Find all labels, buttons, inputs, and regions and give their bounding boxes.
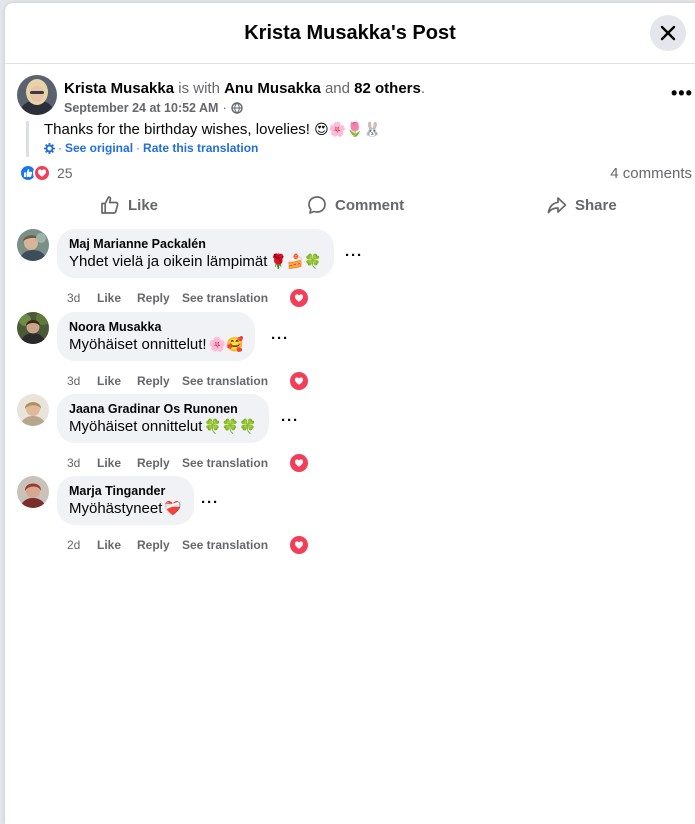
- tagged-person-link[interactable]: Anu Musakka: [224, 80, 321, 97]
- comment-button[interactable]: Comment: [307, 187, 404, 223]
- comment-message: Yhdet vielä ja oikein lämpimät: [69, 253, 268, 270]
- reaction-summary[interactable]: 25: [19, 163, 73, 183]
- post-header: Krista Musakka is with Anu Musakka and 8…: [17, 75, 692, 119]
- comment-time-link[interactable]: 2d: [67, 538, 97, 552]
- reaction-count: 25: [57, 165, 73, 181]
- comment-text: Yhdet vielä ja oikein lämpimät 🌹🍰🍀: [69, 253, 322, 270]
- commenter-name-link[interactable]: Noora Musakka: [69, 320, 243, 334]
- commenter-name-link[interactable]: Marja Tingander: [69, 484, 182, 498]
- comments-count-link[interactable]: 4 comments: [610, 165, 692, 182]
- see-translation-button[interactable]: See translation: [182, 456, 290, 470]
- love-reaction-icon: [33, 164, 51, 182]
- share-label: Share: [575, 196, 617, 214]
- comment-time-link[interactable]: 3d: [67, 291, 97, 305]
- translation-row: · See original · Rate this translation: [44, 141, 381, 155]
- dialog-title: Krista Musakka's Post: [244, 22, 456, 44]
- post-emoji-4: 🐰: [363, 122, 382, 138]
- comment-message: Myöhäiset onnittelut!: [69, 336, 207, 353]
- commenter-avatar[interactable]: [17, 394, 49, 426]
- and-text: and: [324, 80, 350, 97]
- comment-like-button[interactable]: Like: [97, 456, 137, 470]
- post-action-bar: Like Comment Share: [5, 187, 695, 223]
- post-emoji-2: 🌸: [328, 122, 347, 138]
- see-translation-button[interactable]: See translation: [182, 538, 290, 552]
- comment-reply-button[interactable]: Reply: [137, 291, 182, 305]
- author-name-link[interactable]: Krista Musakka: [64, 80, 174, 97]
- author-line: Krista Musakka is with Anu Musakka and 8…: [64, 80, 425, 97]
- post-emoji-3: 🌷: [346, 122, 364, 138]
- commenter-name-link[interactable]: Jaana Gradinar Os Runonen: [69, 402, 257, 416]
- rate-translation-link[interactable]: Rate this translation: [143, 141, 258, 155]
- post-dialog: Krista Musakka's Post Krista Musakka is …: [5, 3, 695, 824]
- post-meta: September 24 at 10:52 AM ·: [64, 101, 243, 115]
- heart-reaction-icon[interactable]: [290, 536, 308, 554]
- comment-reply-button[interactable]: Reply: [137, 374, 182, 388]
- like-button[interactable]: Like: [100, 187, 158, 223]
- comment-options-button[interactable]: ···: [281, 412, 299, 429]
- see-translation-button[interactable]: See translation: [182, 291, 290, 305]
- post-options-button[interactable]: •••: [671, 83, 693, 104]
- heart-reaction-icon[interactable]: [290, 372, 308, 390]
- others-link[interactable]: 82 others: [354, 80, 421, 97]
- like-label: Like: [128, 196, 159, 214]
- comment-bubble: Noora Musakka Myöhäiset onnittelut! 🌸🥰: [57, 312, 256, 361]
- comment-bubble: Marja Tingander Myöhästyneet ❤️‍🩹: [57, 476, 194, 525]
- comment-actions: 3d Like Reply See translation: [67, 372, 308, 390]
- close-button[interactable]: [650, 15, 686, 51]
- comment-options-button[interactable]: ···: [271, 330, 289, 347]
- comment-reply-button[interactable]: Reply: [137, 456, 182, 470]
- dialog-header: Krista Musakka's Post: [5, 3, 695, 64]
- comment-options-button[interactable]: ···: [201, 494, 219, 511]
- comment-options-button[interactable]: ···: [345, 247, 363, 264]
- commenter-avatar[interactable]: [17, 229, 49, 261]
- comment-icon: [308, 196, 326, 214]
- post-emoji-1: 😍: [314, 122, 329, 138]
- comment-reply-button[interactable]: Reply: [137, 538, 182, 552]
- comment-actions: 3d Like Reply See translation: [67, 289, 308, 307]
- period: .: [420, 80, 426, 97]
- share-icon: [547, 197, 567, 214]
- comment-actions: 3d Like Reply See translation: [67, 454, 308, 472]
- comment-text: Myöhästyneet ❤️‍🩹: [69, 500, 182, 517]
- translate-separator-2: ·: [136, 141, 141, 155]
- commenter-name-link[interactable]: Maj Marianne Packalén: [69, 237, 322, 251]
- comment-text: Myöhäiset onnittelut! 🌸🥰: [69, 336, 243, 353]
- comment-bubble: Maj Marianne Packalén Yhdet vielä ja oik…: [57, 229, 334, 278]
- comment-emojis: ❤️‍🩹: [164, 500, 182, 517]
- commenter-avatar[interactable]: [17, 312, 49, 344]
- comment-label: Comment: [335, 196, 405, 214]
- comment-message: Myöhäiset onnittelut: [69, 418, 203, 435]
- post-date-link[interactable]: September 24 at 10:52 AM: [64, 101, 218, 115]
- comment-bubble: Jaana Gradinar Os Runonen Myöhäiset onni…: [57, 394, 269, 443]
- comment-emojis: 🌸🥰: [208, 336, 244, 353]
- heart-reaction-icon[interactable]: [290, 289, 308, 307]
- comment-actions: 2d Like Reply See translation: [67, 536, 308, 554]
- share-button[interactable]: Share: [547, 187, 617, 223]
- post-message: Thanks for the birthday wishes, lovelies…: [44, 121, 310, 138]
- comment-like-button[interactable]: Like: [97, 291, 137, 305]
- translate-separator: ·: [58, 141, 62, 155]
- with-text: is with: [178, 80, 220, 97]
- comment-emojis: 🌹🍰🍀: [269, 253, 322, 270]
- comment-message: Myöhästyneet: [69, 500, 163, 517]
- author-avatar[interactable]: [17, 75, 57, 115]
- comment-text: Myöhäiset onnittelut 🍀🍀🍀: [69, 418, 257, 435]
- meta-separator: ·: [222, 101, 227, 115]
- comment-time-link[interactable]: 3d: [67, 456, 97, 470]
- post-text: Thanks for the birthday wishes, lovelies…: [44, 121, 381, 138]
- post-body: Thanks for the birthday wishes, lovelies…: [26, 121, 381, 157]
- comment-like-button[interactable]: Like: [97, 374, 137, 388]
- gear-icon: [44, 142, 55, 154]
- commenter-avatar[interactable]: [17, 476, 49, 508]
- comment-time-link[interactable]: 3d: [67, 374, 97, 388]
- heart-reaction-icon[interactable]: [290, 454, 308, 472]
- comment-like-button[interactable]: Like: [97, 538, 137, 552]
- see-original-link[interactable]: See original: [65, 141, 133, 155]
- globe-icon[interactable]: [230, 102, 243, 114]
- see-translation-button[interactable]: See translation: [182, 374, 290, 388]
- close-icon: [660, 25, 676, 41]
- comment-emojis: 🍀🍀🍀: [204, 418, 257, 435]
- thumbs-up-icon: [101, 196, 119, 214]
